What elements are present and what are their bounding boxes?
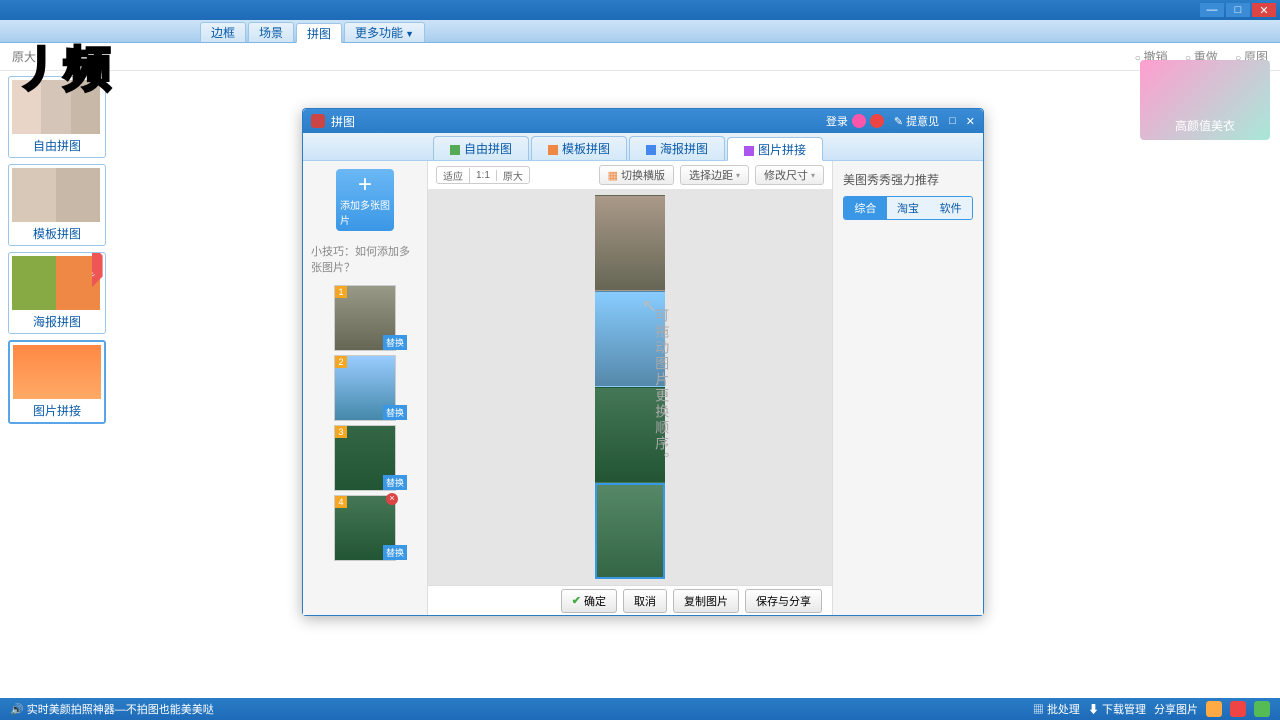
weibo-icon[interactable] <box>870 114 884 128</box>
recommend-title: 美图秀秀强力推荐 <box>843 171 973 188</box>
zoom-control[interactable]: 适应 1:1 原大 <box>436 166 530 184</box>
check-icon: ✔ <box>572 594 581 607</box>
canvas[interactable]: ↖ 可拖动图片更换顺序。 <box>428 189 832 585</box>
stitch-img-1[interactable] <box>595 195 665 291</box>
ok-button[interactable]: ✔确定 <box>561 589 617 613</box>
tab-collage[interactable]: 拼图 <box>296 23 342 43</box>
modal-maximize[interactable]: □ <box>949 115 956 127</box>
add-images-button[interactable]: + 添加多张图片 <box>336 169 394 231</box>
chevron-down-icon: ▾ <box>736 171 740 180</box>
sidebar-item-poster[interactable]: new 海报拼图 <box>8 252 106 334</box>
minimize-button[interactable]: — <box>1200 3 1224 17</box>
replace-button[interactable]: 替换 <box>383 405 407 420</box>
batch-button[interactable]: ▦ 批处理 <box>1033 701 1080 717</box>
modal-left-panel: + 添加多张图片 小技巧：如何添加多张图片？ 1替换 2替换 3替换 4×替换 <box>303 161 427 615</box>
status-text: 🔊 实时美颜拍照神器—不拍图也能美美哒 <box>10 701 214 717</box>
rtab-taobao[interactable]: 淘宝 <box>887 197 930 219</box>
margin-button[interactable]: 选择边距▾ <box>680 165 749 185</box>
modal-titlebar: 拼图 登录 ✎ 提意见 □ ✕ <box>303 109 983 133</box>
chevron-down-icon: ▾ <box>811 171 815 180</box>
sidebar-item-stitch[interactable]: 图片拼接 <box>8 340 106 424</box>
sub-toolbar: 原大 撤销 重做 原图 <box>0 43 1280 71</box>
tab-scene[interactable]: 场景 <box>248 22 294 42</box>
maximize-button[interactable]: □ <box>1226 3 1250 17</box>
chevron-down-icon: ▼ <box>405 29 414 39</box>
rtab-all[interactable]: 综合 <box>844 197 887 219</box>
download-manager-button[interactable]: ⬇ 下载管理 <box>1088 701 1146 717</box>
drag-hint: 可拖动图片更换顺序。 <box>650 308 670 468</box>
feedback-button[interactable]: ✎ 提意见 <box>894 113 939 129</box>
canvas-panel: 适应 1:1 原大 ▦切换横版 选择边距▾ 修改尺寸▾ <box>427 161 833 615</box>
stitch-img-4[interactable] <box>595 483 665 579</box>
sidebar-item-template[interactable]: 模板拼图 <box>8 164 106 246</box>
thumb-2[interactable]: 2替换 <box>334 355 396 421</box>
app-icon <box>311 114 325 128</box>
switch-orientation-button[interactable]: ▦切换横版 <box>599 165 674 185</box>
canvas-toolbar: 适应 1:1 原大 ▦切换横版 选择边距▾ 修改尺寸▾ <box>428 161 832 189</box>
modal-bottom-bar: ✔确定 取消 复制图片 保存与分享 <box>428 585 832 615</box>
ad-banner[interactable]: 高颜值美衣 <box>1140 60 1270 140</box>
modal-body: + 添加多张图片 小技巧：如何添加多张图片？ 1替换 2替换 3替换 4×替换 … <box>303 161 983 615</box>
titlebar: — □ ✕ <box>0 0 1280 20</box>
login-button[interactable]: 登录 <box>826 113 848 129</box>
collage-modal: 拼图 登录 ✎ 提意见 □ ✕ 自由拼图 模板拼图 海报拼图 图片拼接 + 添加… <box>302 108 984 616</box>
modal-title: 拼图 <box>331 113 355 130</box>
copy-button[interactable]: 复制图片 <box>673 589 739 613</box>
mtab-stitch[interactable]: 图片拼接 <box>727 137 823 161</box>
delete-button[interactable]: × <box>386 493 398 505</box>
add-icon[interactable] <box>1254 701 1270 717</box>
modal-close[interactable]: ✕ <box>966 115 975 128</box>
mtab-free[interactable]: 自由拼图 <box>433 136 529 160</box>
recommend-panel: 美图秀秀强力推荐 综合 淘宝 软件 <box>833 161 983 615</box>
plus-icon: + <box>358 173 372 197</box>
save-share-button[interactable]: 保存与分享 <box>745 589 822 613</box>
qzone-icon[interactable] <box>1206 701 1222 717</box>
thumb-4[interactable]: 4×替换 <box>334 495 396 561</box>
replace-button[interactable]: 替换 <box>383 335 407 350</box>
thumb-3[interactable]: 3替换 <box>334 425 396 491</box>
thumbnail-list: 1替换 2替换 3替换 4×替换 <box>331 285 399 565</box>
modal-tabs: 自由拼图 模板拼图 海报拼图 图片拼接 <box>303 133 983 161</box>
share-button[interactable]: 分享图片 <box>1154 701 1198 717</box>
replace-button[interactable]: 替换 <box>383 475 407 490</box>
main-tabs: 边框 场景 拼图 更多功能▼ <box>0 20 1280 43</box>
rtab-software[interactable]: 软件 <box>929 197 972 219</box>
tab-more[interactable]: 更多功能▼ <box>344 22 425 42</box>
close-button[interactable]: ✕ <box>1252 3 1276 17</box>
cancel-button[interactable]: 取消 <box>623 589 667 613</box>
thumb-1[interactable]: 1替换 <box>334 285 396 351</box>
statusbar: 🔊 实时美颜拍照神器—不拍图也能美美哒 ▦ 批处理 ⬇ 下载管理 分享图片 <box>0 698 1280 720</box>
sidebar: 自由拼图 模板拼图 new 海报拼图 图片拼接 <box>8 76 106 430</box>
weibo-share-icon[interactable] <box>1230 701 1246 717</box>
replace-button[interactable]: 替换 <box>383 545 407 560</box>
recommend-tabs: 综合 淘宝 软件 <box>843 196 973 220</box>
tab-border[interactable]: 边框 <box>200 22 246 42</box>
mtab-template[interactable]: 模板拼图 <box>531 136 627 160</box>
qq-icon[interactable] <box>852 114 866 128</box>
tip-text[interactable]: 小技巧：如何添加多张图片？ <box>311 243 419 275</box>
resize-button[interactable]: 修改尺寸▾ <box>755 165 824 185</box>
mtab-poster[interactable]: 海报拼图 <box>629 136 725 160</box>
logo-overlay: 丿频 <box>15 30 111 100</box>
